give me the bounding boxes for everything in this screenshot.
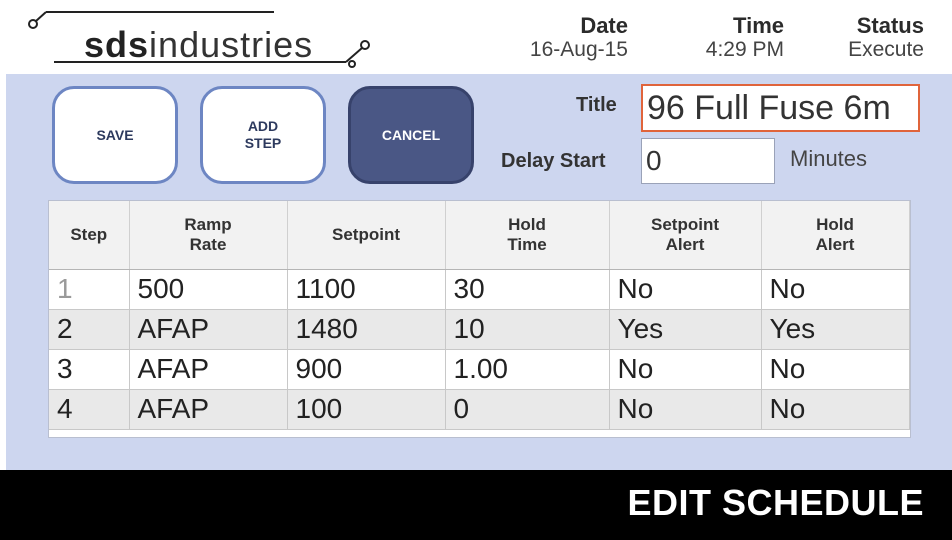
add-step-label-line2: STEP (244, 135, 282, 151)
save-button[interactable]: SAVE (52, 86, 178, 184)
header-bar: sdsindustries Date 16-Aug-15 Time 4:29 P… (0, 0, 952, 74)
column-header-hold-alert[interactable]: Hold Alert (761, 201, 910, 270)
save-button-label: SAVE (96, 126, 134, 143)
setpoint-cell[interactable]: 100 (287, 389, 446, 430)
hold-alert-cell[interactable]: No (761, 349, 910, 390)
setpoint-alert-cell[interactable]: No (609, 389, 762, 430)
hold-time-cell[interactable]: 10 (445, 309, 610, 350)
setpoint-alert-cell[interactable]: Yes (609, 309, 762, 350)
screen-title: EDIT SCHEDULE (627, 482, 924, 523)
status-value: Execute (848, 38, 924, 61)
logo-wordmark: sdsindustries (84, 24, 314, 65)
step-cell: 1 (49, 269, 130, 310)
status-block: Status Execute (810, 14, 924, 62)
ramp-rate-cell[interactable]: AFAP (129, 349, 288, 390)
date-block: Date 16-Aug-15 (498, 14, 628, 62)
table-row[interactable]: 2 AFAP 1480 10 Yes Yes (49, 309, 910, 350)
hold-alert-cell[interactable]: No (761, 269, 910, 310)
setpoint-cell[interactable]: 1480 (287, 309, 446, 350)
step-cell: 2 (49, 309, 130, 350)
delay-start-input[interactable]: 0 (641, 138, 775, 184)
date-value: 16-Aug-15 (529, 38, 628, 61)
delay-start-label: Delay Start (501, 150, 606, 172)
status-label: Status (856, 13, 924, 38)
ramp-rate-cell[interactable]: AFAP (129, 389, 288, 430)
title-input[interactable]: 96 Full Fuse 6m (641, 84, 920, 132)
time-block: Time 4:29 PM (664, 14, 784, 62)
add-step-label-line1: ADD (247, 118, 279, 134)
title-label: Title (576, 94, 617, 116)
time-value: 4:29 PM (705, 38, 784, 61)
time-label: Time (733, 13, 784, 38)
add-step-button-label: ADD STEP (245, 118, 282, 152)
delay-unit-label: Minutes (790, 146, 868, 171)
ramp-rate-cell[interactable]: 500 (129, 269, 288, 310)
footer-bar: EDIT SCHEDULE (0, 470, 952, 540)
cancel-button-label: CANCEL (381, 126, 441, 143)
cancel-button[interactable]: CANCEL (348, 86, 474, 184)
hold-alert-cell[interactable]: No (761, 389, 910, 430)
column-header-step[interactable]: Step (49, 201, 130, 270)
table-row[interactable]: 4 AFAP 100 0 No No (49, 389, 910, 430)
table-header-row: Step Ramp Rate Setpoint Hold Time Setpoint… (49, 201, 910, 270)
column-header-ramp-rate[interactable]: Ramp Rate (129, 201, 288, 270)
setpoint-alert-cell[interactable]: No (609, 269, 762, 310)
setpoint-alert-cell[interactable]: No (609, 349, 762, 390)
column-header-setpoint-alert[interactable]: Setpoint Alert (609, 201, 762, 270)
sds-industries-logo: sdsindustries (26, 8, 376, 68)
hold-time-cell[interactable]: 1.00 (445, 349, 610, 390)
setpoint-cell[interactable]: 1100 (287, 269, 446, 310)
hold-time-cell[interactable]: 30 (445, 269, 610, 310)
ramp-rate-cell[interactable]: AFAP (129, 309, 288, 350)
table-row[interactable]: 3 AFAP 900 1.00 No No (49, 349, 910, 390)
step-cell: 4 (49, 389, 130, 430)
add-step-button[interactable]: ADD STEP (200, 86, 326, 184)
hold-alert-cell[interactable]: Yes (761, 309, 910, 350)
date-label: Date (580, 13, 628, 38)
hold-time-cell[interactable]: 0 (445, 389, 610, 430)
table-row[interactable]: 1 500 1100 30 No No (49, 269, 910, 310)
schedule-table[interactable]: Step Ramp Rate Setpoint Hold Time Setpoint… (48, 200, 911, 438)
column-header-setpoint[interactable]: Setpoint (287, 201, 446, 270)
step-cell: 3 (49, 349, 130, 390)
setpoint-cell[interactable]: 900 (287, 349, 446, 390)
column-header-hold-time[interactable]: Hold Time (445, 201, 610, 270)
